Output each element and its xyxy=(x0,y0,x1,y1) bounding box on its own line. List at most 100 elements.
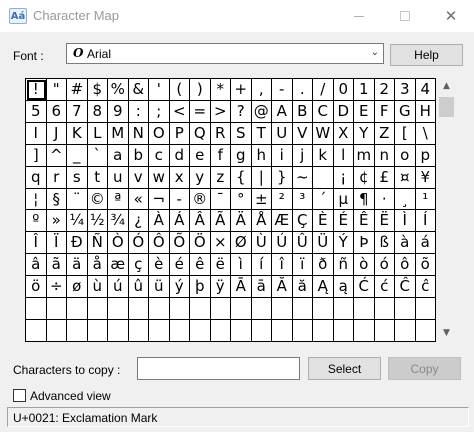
character-cell[interactable]: ¸ xyxy=(395,188,416,211)
character-cell[interactable]: æ xyxy=(108,254,129,277)
character-cell[interactable]: Ê xyxy=(354,210,375,233)
minimize-button[interactable] xyxy=(336,0,382,32)
character-cell[interactable]: [ xyxy=(395,122,416,145)
character-cell[interactable]: ö xyxy=(26,276,47,299)
character-cell[interactable]: õ xyxy=(415,254,436,277)
character-cell[interactable]: ² xyxy=(272,188,293,211)
character-cell[interactable]: 7 xyxy=(67,100,88,123)
character-cell[interactable]: Ĉ xyxy=(395,276,416,299)
character-cell[interactable]: ą xyxy=(333,276,354,299)
character-cell[interactable]: c xyxy=(149,144,170,167)
character-cell[interactable] xyxy=(333,320,354,342)
character-cell[interactable]: Û xyxy=(292,232,313,255)
character-cell[interactable]: ¢ xyxy=(354,166,375,189)
character-cell[interactable]: ć xyxy=(374,276,395,299)
character-cell[interactable]: y xyxy=(190,166,211,189)
character-cell[interactable]: Ă xyxy=(272,276,293,299)
character-cell[interactable]: O xyxy=(149,122,170,145)
character-cell[interactable] xyxy=(374,320,395,342)
character-cell[interactable]: Þ xyxy=(354,232,375,255)
character-cell[interactable]: ) xyxy=(190,79,211,101)
character-cell[interactable] xyxy=(210,320,231,342)
character-cell[interactable]: 1 xyxy=(354,79,375,101)
character-cell[interactable]: X xyxy=(333,122,354,145)
character-cell[interactable]: ï xyxy=(292,254,313,277)
character-cell[interactable]: È xyxy=(313,210,334,233)
character-cell[interactable]: ú xyxy=(108,276,129,299)
character-cell[interactable]: u xyxy=(108,166,129,189)
character-cell[interactable]: ð xyxy=(313,254,334,277)
character-cell[interactable]: û xyxy=(128,276,149,299)
character-cell[interactable]: ! xyxy=(26,79,47,101)
character-cell[interactable] xyxy=(395,320,416,342)
character-cell[interactable]: , xyxy=(251,79,272,101)
character-cell[interactable]: ñ xyxy=(333,254,354,277)
character-cell[interactable]: ¼ xyxy=(67,210,88,233)
character-cell[interactable]: o xyxy=(395,144,416,167)
character-cell[interactable]: I xyxy=(26,122,47,145)
character-cell[interactable]: ā xyxy=(251,276,272,299)
character-cell[interactable]: ë xyxy=(210,254,231,277)
character-cell[interactable]: \ xyxy=(415,122,436,145)
character-cell[interactable]: h xyxy=(251,144,272,167)
character-cell[interactable]: 3 xyxy=(395,79,416,101)
character-cell[interactable]: Ö xyxy=(190,232,211,255)
character-cell[interactable]: å xyxy=(87,254,108,277)
character-cell[interactable]: = xyxy=(190,100,211,123)
character-cell[interactable]: ¬ xyxy=(149,188,170,211)
character-cell[interactable]: % xyxy=(108,79,129,101)
character-cell[interactable]: Ì xyxy=(395,210,416,233)
character-cell[interactable]: - xyxy=(169,188,190,211)
character-cell[interactable] xyxy=(26,320,47,342)
character-cell[interactable]: 8 xyxy=(87,100,108,123)
character-cell[interactable]: ' xyxy=(149,79,170,101)
character-cell[interactable]: k xyxy=(313,144,334,167)
character-cell[interactable]: ¯ xyxy=(210,188,231,211)
character-cell[interactable] xyxy=(415,320,436,342)
character-cell[interactable] xyxy=(272,298,293,321)
character-cell[interactable] xyxy=(128,298,149,321)
character-cell[interactable]: § xyxy=(46,188,67,211)
character-cell[interactable]: ¨ xyxy=(67,188,88,211)
character-cell[interactable]: Z xyxy=(374,122,395,145)
character-cell[interactable]: ê xyxy=(190,254,211,277)
character-cell[interactable] xyxy=(231,298,252,321)
character-cell[interactable]: ô xyxy=(395,254,416,277)
character-cell[interactable]: » xyxy=(46,210,67,233)
character-cell[interactable]: T xyxy=(251,122,272,145)
character-cell[interactable] xyxy=(251,298,272,321)
character-cell[interactable]: * xyxy=(210,79,231,101)
character-grid[interactable]: ! " # $% & '() * +, -./0 1 2 3 4 5 6 7 8 9:; < = >? @ A B C D E F G H… xyxy=(25,78,436,342)
character-cell[interactable] xyxy=(292,320,313,342)
character-cell[interactable] xyxy=(272,320,293,342)
characters-to-copy-input[interactable] xyxy=(137,357,300,380)
character-cell[interactable]: & xyxy=(128,79,149,101)
character-cell[interactable]: ? xyxy=(231,100,252,123)
character-cell[interactable]: â xyxy=(26,254,47,277)
character-cell[interactable]: ò xyxy=(354,254,375,277)
character-cell[interactable] xyxy=(108,320,129,342)
character-cell[interactable]: þ xyxy=(190,276,211,299)
character-cell[interactable]: 2 xyxy=(374,79,395,101)
character-cell[interactable] xyxy=(169,320,190,342)
character-cell[interactable]: Õ xyxy=(169,232,190,255)
character-cell[interactable]: Ã xyxy=(210,210,231,233)
character-cell[interactable]: K xyxy=(67,122,88,145)
character-cell[interactable] xyxy=(149,320,170,342)
character-cell[interactable]: ] xyxy=(26,144,47,167)
character-cell[interactable]: ´ xyxy=(313,188,334,211)
character-cell[interactable]: Ü xyxy=(313,232,334,255)
character-cell[interactable]: Ñ xyxy=(87,232,108,255)
character-cell[interactable]: ù xyxy=(87,276,108,299)
character-cell[interactable] xyxy=(313,298,334,321)
character-cell[interactable]: ß xyxy=(374,232,395,255)
close-button[interactable]: ✕ xyxy=(428,0,474,32)
character-cell[interactable]: a xyxy=(108,144,129,167)
advanced-view-checkbox[interactable] xyxy=(13,389,26,402)
character-cell[interactable]: f xyxy=(210,144,231,167)
character-cell[interactable]: { xyxy=(231,166,252,189)
character-cell[interactable]: µ xyxy=(333,188,354,211)
character-cell[interactable]: / xyxy=(313,79,334,101)
character-cell[interactable]: ç xyxy=(128,254,149,277)
character-cell[interactable]: É xyxy=(333,210,354,233)
